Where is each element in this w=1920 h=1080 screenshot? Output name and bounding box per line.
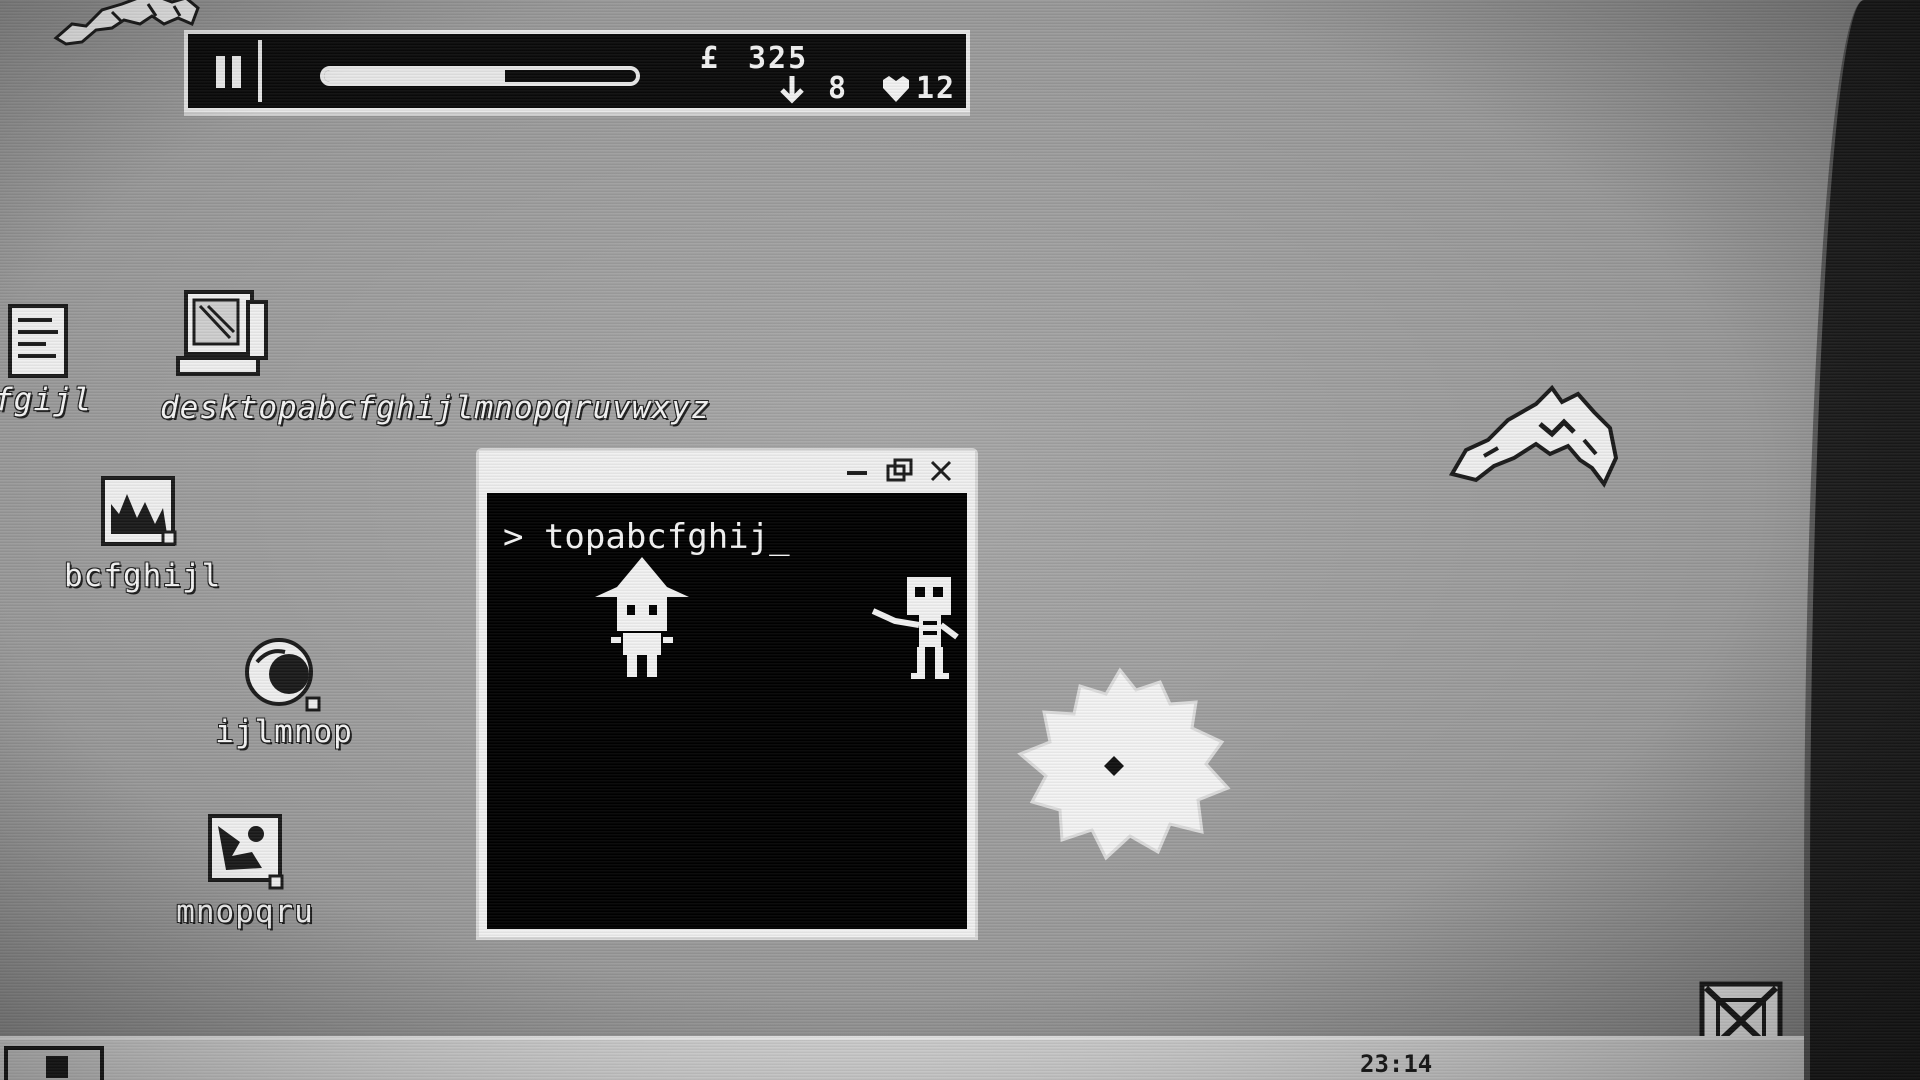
pause-button[interactable]: [194, 40, 262, 102]
arrow-counter: 8: [828, 71, 849, 106]
close-icon[interactable]: [927, 457, 955, 485]
skeleton-enemy[interactable]: [867, 573, 967, 683]
progress-fill: [324, 70, 505, 82]
picture-icon: [208, 814, 284, 890]
terminal-body[interactable]: > topabcfghij_: [487, 493, 967, 929]
desktop-icon-bcfghijl[interactable]: bcfghijl: [64, 474, 222, 594]
heart-icon: [880, 74, 912, 110]
desktop-icon-computer[interactable]: desktopabcfghijlmnopqruvwxyz: [160, 288, 720, 426]
start-icon: [46, 1056, 68, 1078]
desktop-icon-label: mnopqru: [176, 894, 314, 930]
progress-bar: [320, 66, 640, 86]
crt-bezel: [1804, 0, 1920, 1080]
taskbar: 23:14: [0, 1036, 1830, 1080]
desktop-icon-label: fgijl: [0, 382, 93, 418]
globe-icon: [245, 638, 321, 712]
terminal-window[interactable]: > topabcfghij_: [476, 448, 978, 940]
desktop-icon-fgijl[interactable]: fgijl: [0, 302, 93, 418]
window-titlebar[interactable]: [479, 451, 975, 491]
terminal-prompt: > topabcfghij_: [503, 517, 790, 557]
currency-counter: 325: [748, 41, 809, 76]
document-icon: [8, 304, 68, 378]
taskbar-clock: 23:14: [1360, 1050, 1433, 1078]
crt-screen: £ 325 8 12 fgijl desktopabcfghijlmnopqru…: [0, 0, 1920, 1080]
desktop-icon-ijlmnop[interactable]: ijlmnop: [204, 634, 364, 750]
computer-icon: [176, 290, 268, 376]
image-icon: [101, 476, 177, 546]
bat-creature[interactable]: [1444, 384, 1620, 494]
game-hud: £ 325 8 12: [184, 30, 970, 112]
bullet-hole-splat: [1017, 667, 1231, 861]
start-button[interactable]: [4, 1046, 104, 1080]
currency-symbol: £: [700, 41, 721, 76]
desktop-icon-mnopqru[interactable]: mnopqru: [170, 812, 320, 930]
desktop-icon-label: desktopabcfghijlmnopqruvwxyz: [160, 390, 711, 426]
restore-icon[interactable]: [885, 457, 913, 485]
arrow-down-icon: [778, 74, 806, 110]
player-character[interactable]: [587, 553, 697, 683]
health-counter: 12: [916, 71, 957, 106]
minimize-icon[interactable]: [843, 457, 871, 485]
desktop-icon-label: bcfghijl: [64, 558, 222, 594]
bat-creature-top[interactable]: [52, 0, 202, 52]
desktop-icon-label: ijlmnop: [215, 714, 353, 750]
pause-icon: [216, 56, 225, 88]
